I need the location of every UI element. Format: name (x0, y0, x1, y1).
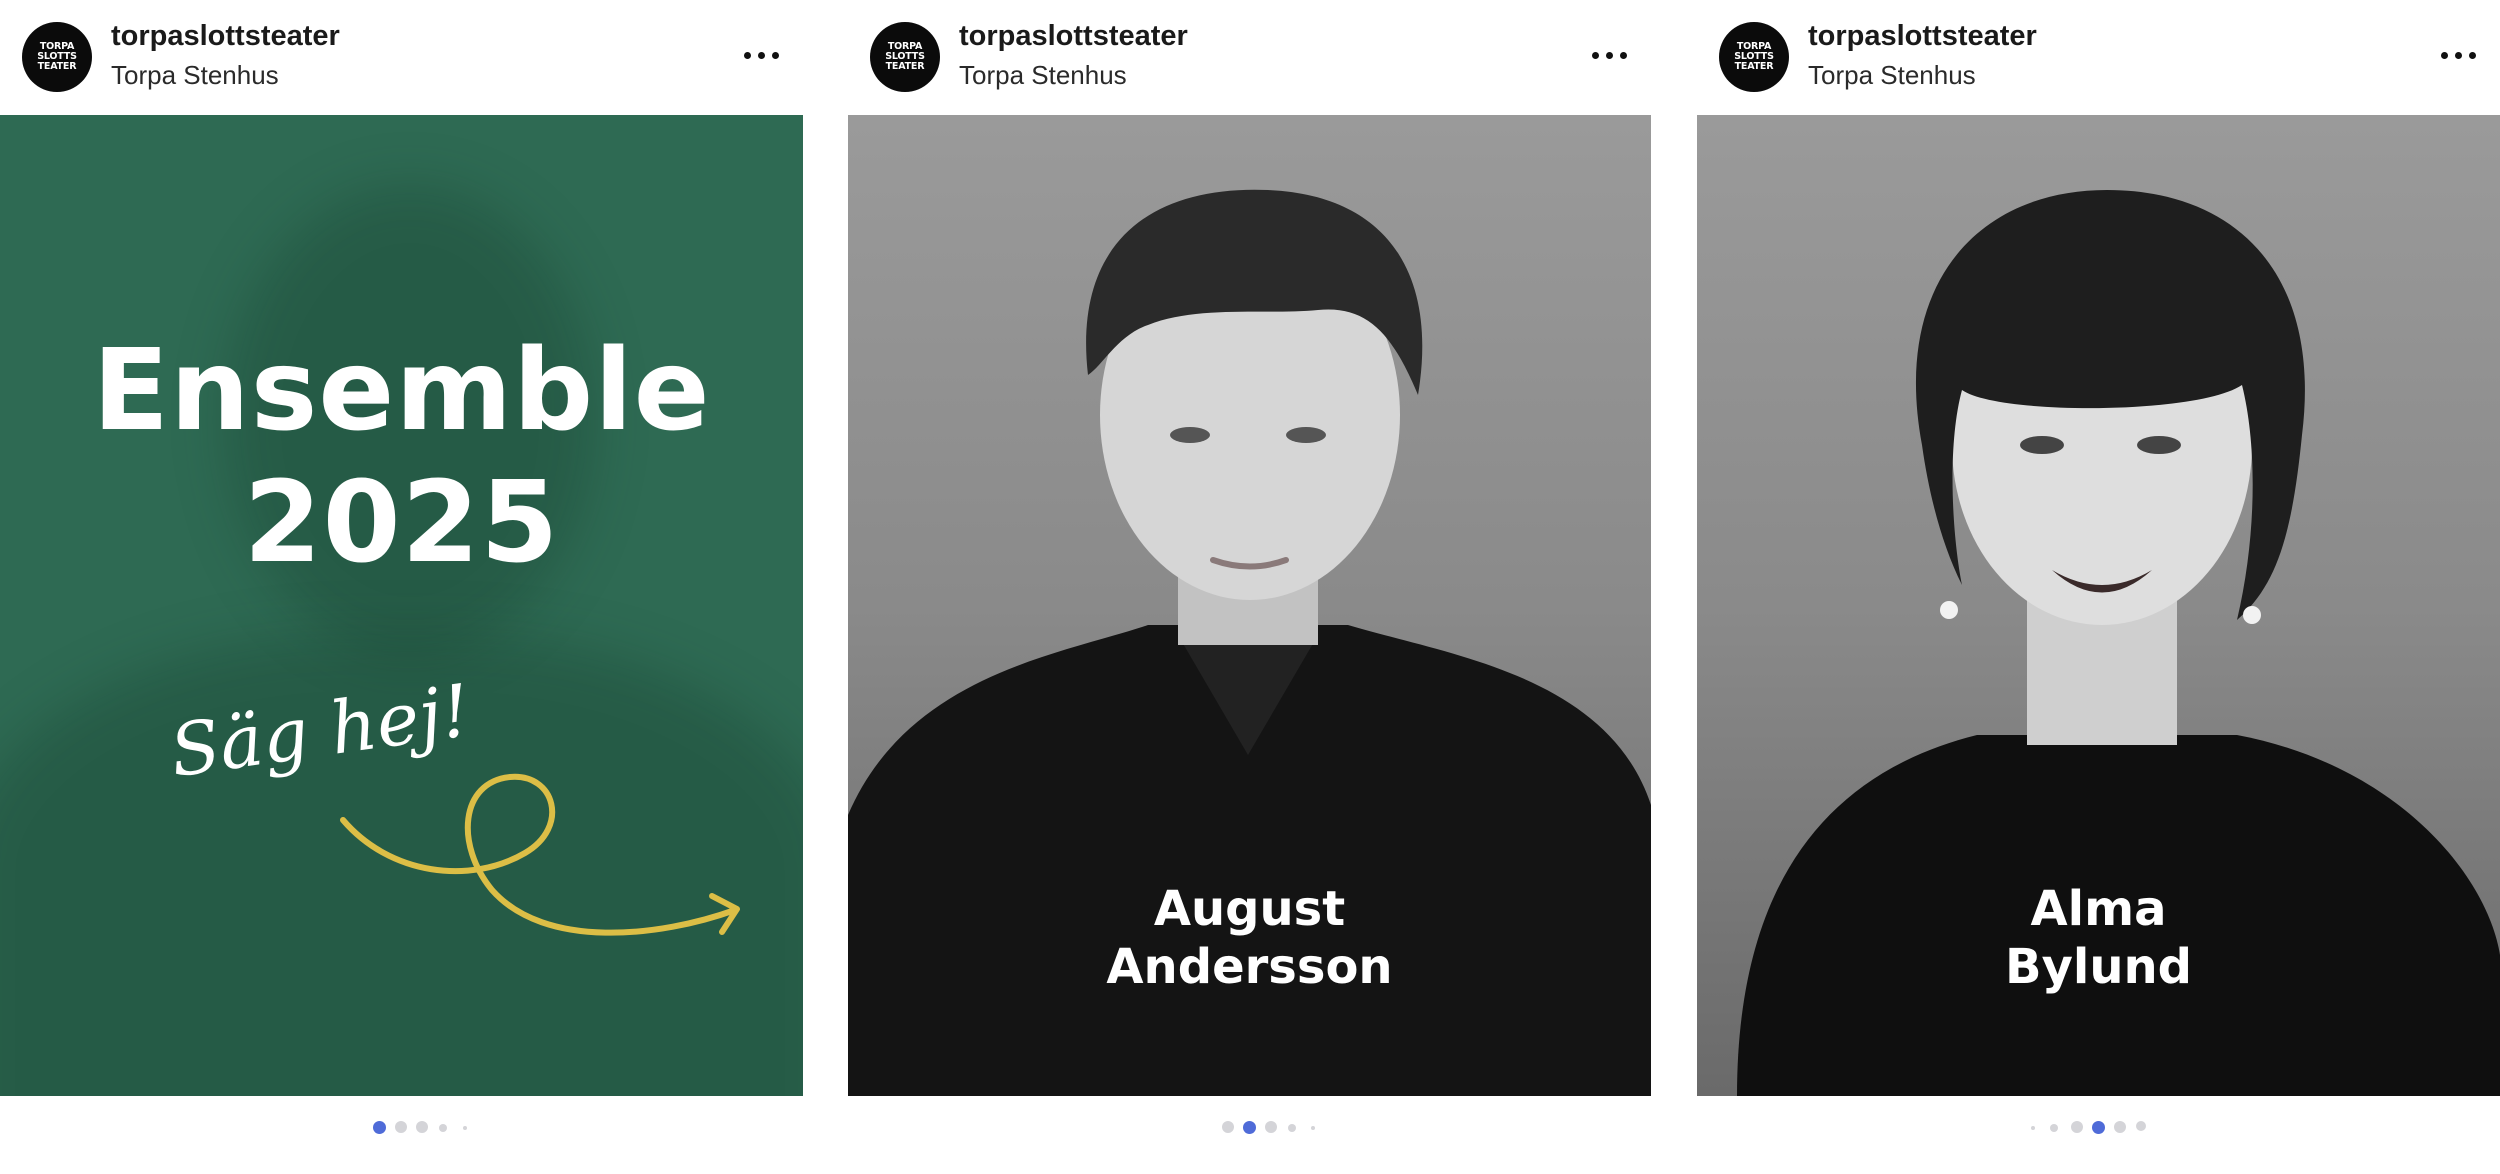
profile-avatar[interactable]: TORPA SLOTTS TEATER (1719, 22, 1789, 92)
carousel-dot (373, 1121, 386, 1134)
profile-avatar[interactable]: TORPA SLOTTS TEATER (870, 22, 940, 92)
carousel-dot (416, 1121, 428, 1133)
more-options-icon[interactable] (2434, 30, 2484, 80)
carousel-dot (2092, 1121, 2105, 1134)
carousel-dot (1222, 1121, 1234, 1133)
post-image-alma[interactable]: Alma Bylund (1697, 115, 2500, 1096)
post-image-ensemble[interactable]: Ensemble 2025 Säg hej! (0, 115, 803, 1096)
carousel-dot (463, 1126, 467, 1130)
carousel-dot (2114, 1121, 2126, 1133)
post-august: TORPA SLOTTS TEATER torpaslottsteater To… (848, 0, 1651, 1174)
person-name-caption: August Andersson (1106, 881, 1393, 995)
carousel-dot (1243, 1121, 1256, 1134)
carousel-dot (2071, 1121, 2083, 1133)
username-link[interactable]: torpaslottsteater (1808, 20, 2037, 53)
location-link[interactable]: Torpa Stenhus (1808, 60, 1976, 91)
post-ensemble: TORPA SLOTTS TEATER torpaslottsteater To… (0, 0, 803, 1174)
carousel-dot (2050, 1124, 2058, 1132)
carousel-indicator (848, 1121, 1651, 1135)
carousel-dot (2031, 1126, 2035, 1130)
post-alma: TORPA SLOTTS TEATER torpaslottsteater To… (1697, 0, 2500, 1174)
location-link[interactable]: Torpa Stenhus (111, 60, 279, 91)
person-name-caption: Alma Bylund (2004, 881, 2193, 995)
post-header: TORPA SLOTTS TEATER torpaslottsteater To… (1697, 0, 2500, 115)
carousel-dot (439, 1124, 447, 1132)
profile-avatar[interactable]: TORPA SLOTTS TEATER (22, 22, 92, 92)
carousel-dot (1288, 1124, 1296, 1132)
username-link[interactable]: torpaslottsteater (111, 20, 340, 53)
more-options-icon[interactable] (1585, 30, 1635, 80)
carousel-dot (2136, 1121, 2146, 1131)
carousel-indicator (0, 1121, 803, 1135)
carousel-dot (1265, 1121, 1277, 1133)
carousel-indicator (1697, 1121, 2500, 1135)
carousel-dot (395, 1121, 407, 1133)
post-header: TORPA SLOTTS TEATER torpaslottsteater To… (0, 0, 803, 115)
location-link[interactable]: Torpa Stenhus (959, 60, 1127, 91)
username-link[interactable]: torpaslottsteater (959, 20, 1188, 53)
curly-arrow-icon (340, 773, 740, 936)
more-options-icon[interactable] (737, 30, 787, 80)
carousel-dot (1311, 1126, 1315, 1130)
post-image-august[interactable]: August Andersson (848, 115, 1651, 1096)
post-header: TORPA SLOTTS TEATER torpaslottsteater To… (848, 0, 1651, 115)
